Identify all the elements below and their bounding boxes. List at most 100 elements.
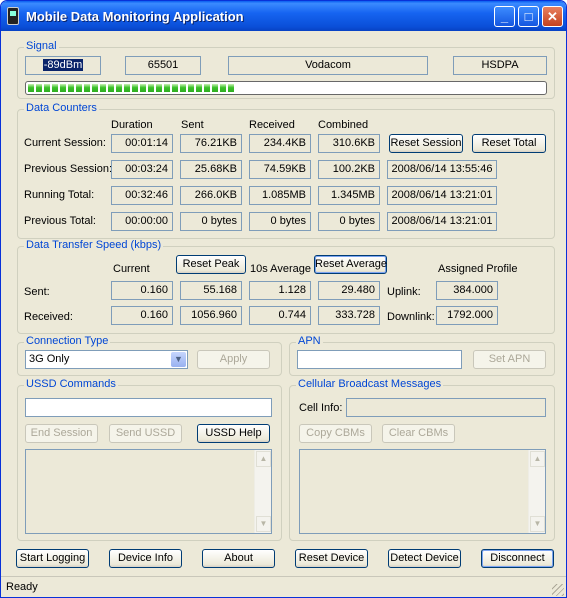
scroll-down-icon[interactable]: ▼ xyxy=(256,516,271,532)
speed-header-10s-average: 10s Average xyxy=(250,263,311,275)
cell-info-label: Cell Info: xyxy=(299,402,343,414)
data-counters-label: Data Counters xyxy=(24,102,99,114)
phone-icon xyxy=(7,7,19,25)
sent-speed-label: Sent: xyxy=(24,286,50,298)
device-info-button[interactable]: Device Info xyxy=(109,549,182,568)
scroll-up-icon[interactable]: ▲ xyxy=(256,451,271,467)
running-total-combined: 1.345MB xyxy=(318,186,380,205)
cbm-messages-area[interactable]: ▲ ▼ xyxy=(299,449,546,534)
previous-session-sent: 25.68KB xyxy=(180,160,242,179)
running-total-label: Running Total: xyxy=(24,189,95,201)
previous-total-label: Previous Total: xyxy=(24,215,96,227)
signal-level-block xyxy=(164,84,170,92)
connection-type-value: 3G Only xyxy=(29,353,70,365)
previous-session-timestamp: 2008/06/14 13:55:46 xyxy=(387,160,497,179)
ussd-response-area[interactable]: ▲ ▼ xyxy=(25,449,272,534)
header-combined: Combined xyxy=(318,119,369,131)
header-duration: Duration xyxy=(111,119,153,131)
signal-level-block xyxy=(44,84,50,92)
signal-level-block xyxy=(68,84,74,92)
sent-current-speed: 0.160 xyxy=(111,281,173,300)
status-text: Ready xyxy=(6,581,38,593)
apn-input[interactable] xyxy=(297,350,462,369)
reset-total-button[interactable]: Reset Total xyxy=(472,134,546,153)
minimize-button[interactable]: _ xyxy=(494,6,515,27)
uplink-profile-value: 384.000 xyxy=(436,281,498,300)
ussd-label: USSD Commands xyxy=(24,378,118,390)
signal-group-label: Signal xyxy=(24,40,59,52)
end-session-button[interactable]: End Session xyxy=(25,424,98,443)
previous-total-timestamp: 2008/06/14 13:21:01 xyxy=(387,212,497,231)
about-button[interactable]: About xyxy=(202,549,275,568)
sent-average-speed: 29.480 xyxy=(318,281,380,300)
set-apn-button[interactable]: Set APN xyxy=(473,350,546,369)
scroll-up-icon[interactable]: ▲ xyxy=(530,451,545,467)
previous-session-duration: 00:03:24 xyxy=(111,160,173,179)
signal-level-block xyxy=(60,84,66,92)
running-total-received: 1.085MB xyxy=(249,186,311,205)
connection-type-select[interactable]: 3G Only ▼ xyxy=(25,350,188,369)
running-total-sent: 266.0KB xyxy=(180,186,242,205)
sent-peak-speed: 55.168 xyxy=(180,281,242,300)
signal-level-block xyxy=(84,84,90,92)
header-received: Received xyxy=(249,119,295,131)
received-10s-average-speed: 0.744 xyxy=(249,306,311,325)
start-logging-button[interactable]: Start Logging xyxy=(16,549,89,568)
cbm-scrollbar[interactable]: ▲ ▼ xyxy=(528,450,545,533)
resize-grip-icon[interactable] xyxy=(552,584,564,596)
signal-level-block xyxy=(140,84,146,92)
signal-level-block xyxy=(116,84,122,92)
apn-label: APN xyxy=(296,335,323,347)
signal-level-block xyxy=(172,84,178,92)
close-button[interactable]: ✕ xyxy=(542,6,563,27)
signal-level-block xyxy=(124,84,130,92)
header-sent: Sent xyxy=(181,119,204,131)
detect-device-button[interactable]: Detect Device xyxy=(388,549,461,568)
previous-total-received: 0 bytes xyxy=(249,212,311,231)
signal-strength-field: -89dBm xyxy=(25,56,101,75)
clear-cbms-button[interactable]: Clear CBMs xyxy=(382,424,455,443)
reset-device-button[interactable]: Reset Device xyxy=(295,549,368,568)
chevron-down-icon[interactable]: ▼ xyxy=(171,352,186,367)
signal-level-block xyxy=(180,84,186,92)
reset-average-button[interactable]: Reset Average xyxy=(314,255,387,274)
signal-level-block xyxy=(108,84,114,92)
signal-strength-value: -89dBm xyxy=(42,59,84,71)
reset-peak-button[interactable]: Reset Peak xyxy=(176,255,246,274)
window-title: Mobile Data Monitoring Application xyxy=(26,9,244,24)
scroll-down-icon[interactable]: ▼ xyxy=(530,516,545,532)
disconnect-button[interactable]: Disconnect xyxy=(481,549,554,568)
running-total-timestamp: 2008/06/14 13:21:01 xyxy=(387,186,497,205)
signal-level-block xyxy=(36,84,42,92)
ussd-help-button[interactable]: USSD Help xyxy=(197,424,270,443)
main-window: Mobile Data Monitoring Application _ □ ✕… xyxy=(0,0,567,598)
signal-level-block xyxy=(92,84,98,92)
previous-session-label: Previous Session: xyxy=(24,163,113,175)
previous-session-combined: 100.2KB xyxy=(318,160,380,179)
previous-total-duration: 00:00:00 xyxy=(111,212,173,231)
sent-10s-average-speed: 1.128 xyxy=(249,281,311,300)
maximize-icon: □ xyxy=(524,9,533,24)
network-code-field: 65501 xyxy=(125,56,201,75)
received-speed-label: Received: xyxy=(24,311,73,323)
signal-level-block xyxy=(212,84,218,92)
copy-cbms-button[interactable]: Copy CBMs xyxy=(299,424,372,443)
ussd-scrollbar[interactable]: ▲ ▼ xyxy=(254,450,271,533)
send-ussd-button[interactable]: Send USSD xyxy=(109,424,182,443)
title-bar[interactable]: Mobile Data Monitoring Application _ □ ✕ xyxy=(1,1,566,31)
signal-level-block xyxy=(188,84,194,92)
current-session-combined: 310.6KB xyxy=(318,134,380,153)
apply-button[interactable]: Apply xyxy=(197,350,270,369)
reset-session-button[interactable]: Reset Session xyxy=(389,134,463,153)
cbm-label: Cellular Broadcast Messages xyxy=(296,378,444,390)
signal-strength-fill xyxy=(28,84,544,92)
previous-total-sent: 0 bytes xyxy=(180,212,242,231)
downlink-label: Downlink: xyxy=(387,311,435,323)
speed-header-current: Current xyxy=(113,263,150,275)
cell-info-field xyxy=(346,398,546,417)
current-session-label: Current Session: xyxy=(24,137,106,149)
maximize-button[interactable]: □ xyxy=(518,6,539,27)
received-average-speed: 333.728 xyxy=(318,306,380,325)
ussd-input[interactable] xyxy=(25,398,272,417)
signal-level-block xyxy=(228,84,234,92)
